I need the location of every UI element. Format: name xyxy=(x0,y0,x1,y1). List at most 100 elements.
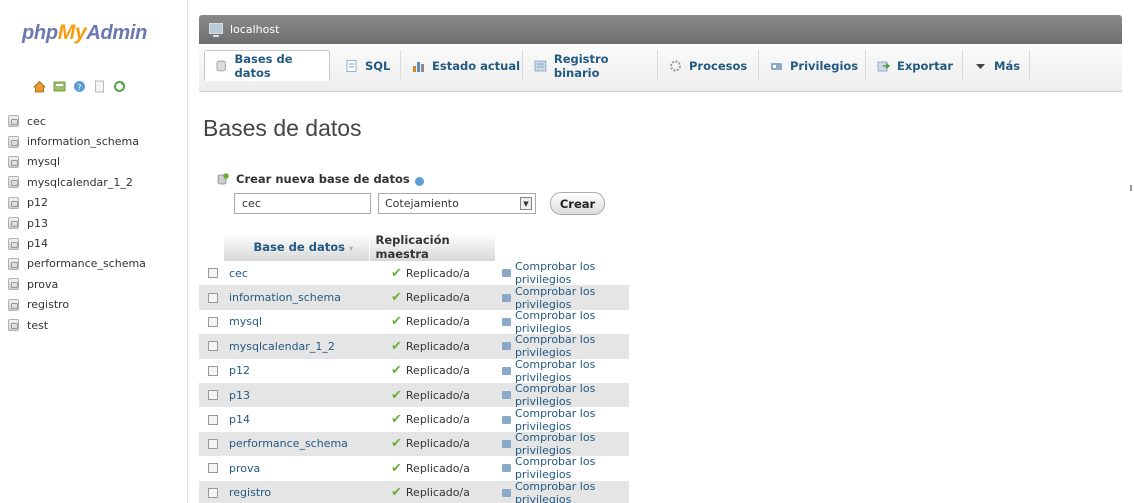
table-row: p13 ✔ Replicado/a Comprobar los privilegi… xyxy=(199,382,629,408)
collation-select[interactable]: Cotejamiento ▼ xyxy=(378,193,536,214)
tab-privileges[interactable]: Privilegios xyxy=(760,50,866,81)
db-tree-item[interactable]: prova xyxy=(8,274,146,294)
check-privileges-link[interactable]: Comprobar los privilegios xyxy=(495,431,629,457)
phpmyadmin-logo[interactable]: phpMyAdmin xyxy=(22,21,147,45)
db-tree-item[interactable]: performance_schema xyxy=(8,254,146,274)
new-database-name-input[interactable] xyxy=(234,193,371,214)
privileges-icon xyxy=(502,464,511,473)
check-privileges-link[interactable]: Comprobar los privilegios xyxy=(495,333,629,359)
tab-sql[interactable]: SQL xyxy=(335,50,401,81)
database-icon xyxy=(8,237,19,250)
privileges-icon xyxy=(502,269,511,278)
replication-status: Replicado/a xyxy=(405,291,470,305)
database-icon xyxy=(8,196,19,209)
check-privileges-link[interactable]: Comprobar los privilegios xyxy=(495,455,629,481)
help-icon[interactable] xyxy=(414,177,424,186)
tab-status[interactable]: Estado actual xyxy=(402,50,523,81)
db-tree-item[interactable]: cec xyxy=(8,111,146,131)
row-checkbox[interactable] xyxy=(208,365,218,376)
row-checkbox[interactable] xyxy=(208,487,218,498)
row-checkbox[interactable] xyxy=(208,438,218,449)
db-tree-item[interactable]: mysql xyxy=(8,152,146,172)
database-link[interactable]: cec xyxy=(223,267,248,280)
recent-icon[interactable] xyxy=(53,80,66,93)
database-link[interactable]: mysql xyxy=(223,315,262,328)
column-header-database[interactable]: Base de datos ▾ xyxy=(223,233,370,261)
export-icon xyxy=(877,61,890,71)
privileges-icon xyxy=(502,415,511,424)
tab-binary-log[interactable]: Registro binario xyxy=(524,50,658,81)
server-breadcrumb[interactable]: localhost xyxy=(230,23,279,36)
tab-export[interactable]: Exportar xyxy=(867,50,963,81)
database-icon xyxy=(8,319,19,332)
check-privileges-link[interactable]: Comprobar los privilegios xyxy=(495,285,629,311)
database-link[interactable]: mysqlcalendar_1_2 xyxy=(223,340,335,353)
reload-icon[interactable] xyxy=(113,80,126,93)
home-icon[interactable] xyxy=(33,80,46,93)
row-checkbox[interactable] xyxy=(208,414,218,425)
database-icon xyxy=(8,217,19,230)
create-database-button[interactable]: Crear xyxy=(550,192,605,215)
database-link[interactable]: prova xyxy=(223,462,260,475)
row-checkbox[interactable] xyxy=(208,341,218,352)
row-checkbox[interactable] xyxy=(208,463,218,474)
replication-status: Replicado/a xyxy=(405,339,470,353)
tab-databases[interactable]: Bases de datos xyxy=(204,50,330,81)
panel-splitter[interactable] xyxy=(187,0,188,503)
tab-processes[interactable]: Procesos xyxy=(659,50,759,81)
database-icon xyxy=(8,298,19,311)
check-privileges-link[interactable]: Comprobar los privilegios xyxy=(495,480,629,503)
db-tree-item[interactable]: p12 xyxy=(8,193,146,213)
database-icon xyxy=(8,278,19,291)
replication-status: Replicado/a xyxy=(405,315,470,329)
checkmark-icon: ✔ xyxy=(391,314,402,330)
tab-more[interactable]: Más xyxy=(964,50,1030,81)
replication-status: Replicado/a xyxy=(405,461,470,475)
privileges-icon xyxy=(502,366,511,375)
database-icon xyxy=(8,115,19,128)
scrollbar-edge[interactable] xyxy=(1130,185,1132,191)
replication-status: Replicado/a xyxy=(405,388,470,402)
privileges-icon xyxy=(771,62,782,70)
table-row: p14 ✔ Replicado/a Comprobar los privilegi… xyxy=(199,407,629,433)
process-icon xyxy=(670,60,681,71)
table-row: mysqlcalendar_1_2 ✔ Replicado/a Comprobar… xyxy=(199,333,629,359)
replication-status: Replicado/a xyxy=(405,413,470,427)
row-checkbox[interactable] xyxy=(208,292,218,303)
row-checkbox[interactable] xyxy=(208,268,218,279)
replication-status: Replicado/a xyxy=(405,364,470,378)
docs-icon[interactable] xyxy=(93,80,106,93)
server-icon xyxy=(209,23,223,37)
table-row: mysql ✔ Replicado/a Comprobar los privile… xyxy=(199,309,629,335)
check-privileges-link[interactable]: Comprobar los privilegios xyxy=(495,260,629,286)
db-tree-item[interactable]: p14 xyxy=(8,233,146,253)
database-link[interactable]: information_schema xyxy=(223,291,341,304)
check-privileges-link[interactable]: Comprobar los privilegios xyxy=(495,309,629,335)
dropdown-arrow-icon[interactable]: ▼ xyxy=(520,197,532,210)
database-icon xyxy=(8,155,19,168)
db-tree-item[interactable]: test xyxy=(8,315,146,335)
db-tree-item[interactable]: registro xyxy=(8,295,146,315)
row-checkbox[interactable] xyxy=(208,390,218,401)
column-header-actions xyxy=(495,233,630,261)
sql-icon xyxy=(346,59,357,72)
top-menu-tabs: Bases de datos SQL Estado actual Registr… xyxy=(199,44,1122,92)
row-checkbox[interactable] xyxy=(208,316,218,327)
check-privileges-link[interactable]: Comprobar los privilegios xyxy=(495,407,629,433)
check-privileges-link[interactable]: Comprobar los privilegios xyxy=(495,358,629,384)
help-icon[interactable]: ? xyxy=(73,80,86,93)
check-privileges-link[interactable]: Comprobar los privilegios xyxy=(495,382,629,408)
database-link[interactable]: registro xyxy=(223,486,271,499)
database-link[interactable]: performance_schema xyxy=(223,437,348,450)
database-link[interactable]: p12 xyxy=(223,364,250,377)
database-link[interactable]: p14 xyxy=(223,413,250,426)
database-icon xyxy=(8,257,19,270)
create-database-legend: Crear nueva base de datos xyxy=(217,172,424,186)
db-tree-item[interactable]: mysqlcalendar_1_2 xyxy=(8,172,146,192)
database-link[interactable]: p13 xyxy=(223,389,250,402)
checkmark-icon: ✔ xyxy=(391,338,402,354)
db-tree-item[interactable]: p13 xyxy=(8,213,146,233)
table-row: performance_schema ✔ Replicado/a Comproba… xyxy=(199,431,629,457)
db-tree-item[interactable]: information_schema xyxy=(8,131,146,151)
replication-status: Replicado/a xyxy=(405,437,470,451)
